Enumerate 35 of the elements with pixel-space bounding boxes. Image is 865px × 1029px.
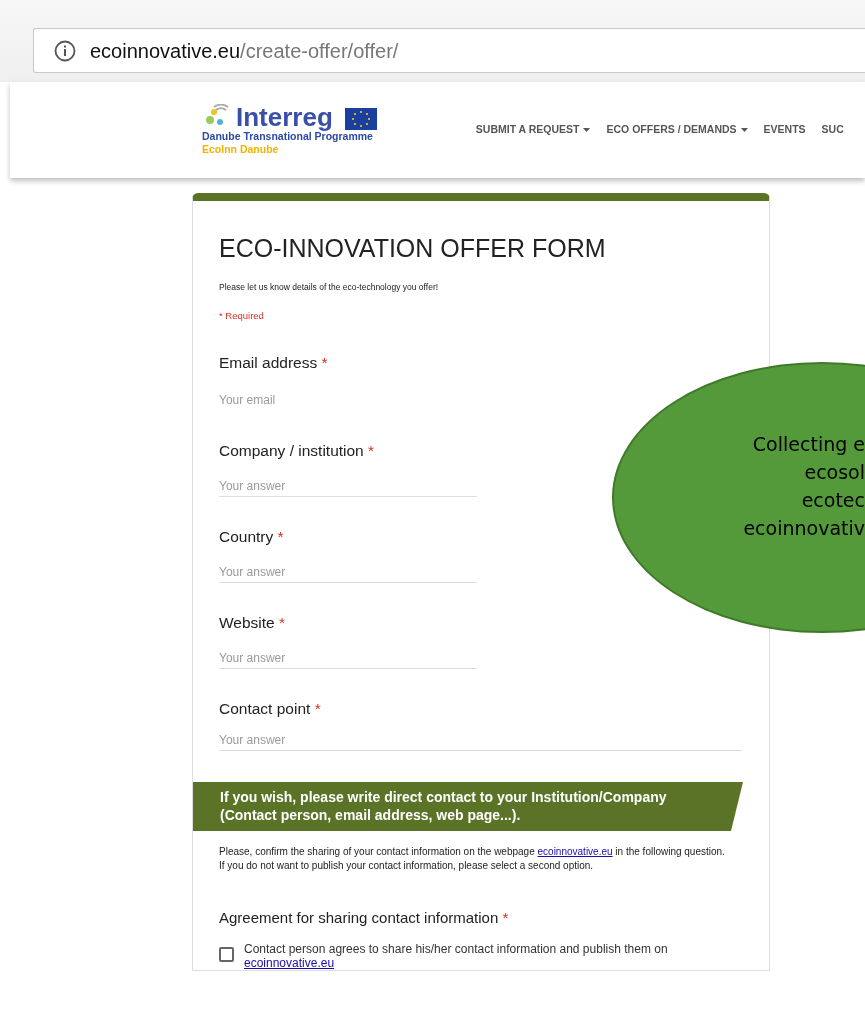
answer-field[interactable]: Your answer [219,561,477,583]
overlay-text-line: ecotec [801,488,865,513]
checkbox[interactable] [219,946,234,962]
logo-wordmark: Interreg [236,104,333,131]
nav-link[interactable]: SUBMIT A REQUEST [475,122,591,138]
nav-link[interactable]: ECO OFFERS / DEMANDS [606,122,748,138]
info-icon[interactable] [54,39,76,62]
question-label: Email address * [219,353,329,373]
overlay-text-line: Collecting e [752,432,865,457]
answer-field[interactable]: Your answer [219,647,477,669]
required-note: * Required [219,308,265,323]
flag-icon [344,108,377,131]
webpage-link[interactable]: ecoinnovative.eu [537,846,613,857]
nav-link[interactable]: EVENTS [763,122,806,138]
logo-project-name: EcoInn Danube [202,143,280,156]
overlay-text-line: ecoinnovativ [743,516,865,541]
webpage-link[interactable]: ecoinnovative.eu [244,955,335,970]
nav-link[interactable]: SUC [821,122,844,138]
option-label: Contact person agrees to share his/her contact information and publish them on ecoinnovative.eu [244,941,669,970]
answer-field[interactable]: Your email [219,389,477,411]
question-label: Website * [219,613,287,633]
question-label: Company / institution * [219,441,376,461]
form-title: ECO-INNOVATION OFFER FORM [219,233,607,263]
question-label: Country * [219,527,285,547]
answer-field[interactable]: Your answer [219,729,742,751]
answer-field[interactable]: Your answer [219,475,477,497]
question-label: Contact point * [219,699,322,719]
overlay-text-line: ecosol [804,460,865,485]
form-description: Please let us know details of the eco-technology you offer! [219,281,440,294]
question-label: Agreement for sharing contact information * [219,908,510,928]
section-header: If you wish, please write direct contact to your Institution/Company (Contact person, email address, web page...). [193,782,743,831]
logo-subtitle: Danube Transnational Programme [202,130,374,143]
address-bar[interactable]: ecoinnovative.eu/create-offer/offer/ [33,28,865,73]
url-text: ecoinnovative.eu/create-offer/offer/ [90,38,399,64]
section-description: Please, confirm the sharing of your contact information on the webpage ecoinnovative.eu in the following question. If you do not want to publish your contact information, please select a second option. [219,845,726,873]
